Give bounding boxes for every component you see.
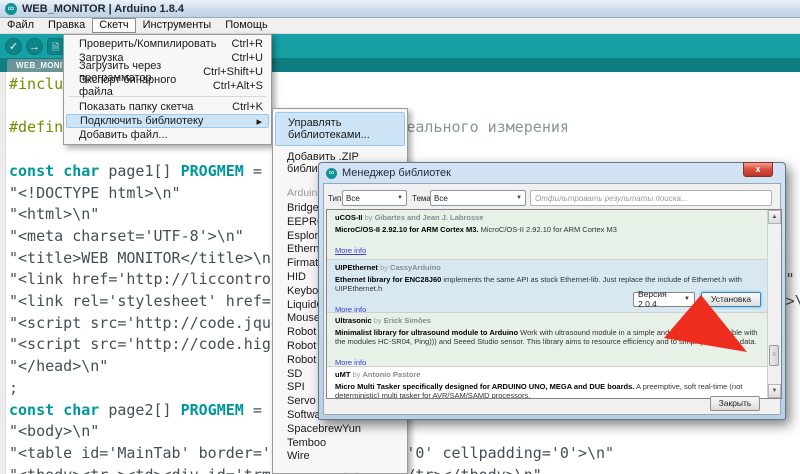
library-entry-umt[interactable]: uMT by Antonio Pastore Micro Multi Tasker… (327, 367, 767, 398)
more-info-link[interactable]: More info (335, 358, 366, 366)
library-name: uCOS-II (335, 213, 363, 222)
arduino-dialog-icon: ∞ (326, 167, 337, 179)
library-author: Erick Simões (383, 316, 431, 325)
menu-bar: Файл Правка Скетч Инструменты Помощь (0, 18, 800, 34)
arduino-app-icon: ∞ (5, 2, 17, 15)
search-input[interactable] (530, 190, 772, 206)
library-by: by (377, 263, 391, 272)
type-filter-value: Все (346, 193, 360, 203)
upload-icon[interactable]: → (26, 37, 43, 55)
menu-item-7[interactable]: Подключить библиотеку ▸ (66, 114, 269, 128)
type-filter-select[interactable]: Все ▼ (342, 190, 407, 206)
menubar-item-1[interactable]: Файл (0, 18, 41, 33)
type-filter-label: Тип (328, 194, 342, 203)
dialog-title-bar: ∞ Менеджер библиотек (319, 163, 785, 183)
library-entry-title: UIPEthernet by CassyArduino (335, 263, 759, 273)
window-title: WEB_MONITOR | Arduino 1.8.4 (22, 2, 184, 15)
menu-shortcut: Ctrl+Alt+S (212, 80, 263, 92)
submenu-item-21[interactable]: Temboo (273, 437, 407, 451)
menu-shortcut: Ctrl+U (231, 52, 263, 64)
menu-item-label: Экспорт бинарного файла (79, 74, 177, 98)
topic-filter-label: Тема (412, 194, 431, 203)
dialog-close-icon[interactable]: x (743, 162, 773, 177)
library-description: Micro Multi Tasker specifically designed… (335, 381, 743, 399)
library-name: uMT (335, 370, 351, 379)
submenu-arrow-icon: ▸ (256, 115, 262, 128)
scroll-up-icon[interactable]: ▲ (768, 210, 781, 224)
close-button[interactable]: Закрыть (710, 396, 760, 411)
library-entry-ucos-ii[interactable]: uCOS-II by Gibartes and Jean J. Labrosse… (327, 210, 767, 260)
menubar-item-2[interactable]: Правка (41, 18, 92, 33)
menu-item-label: Показать папку скетча (79, 101, 194, 113)
scrollbar[interactable]: ▲ ≡ ▼ (767, 210, 781, 398)
menu-shortcut: Ctrl+K (232, 101, 263, 113)
chevron-down-icon: ▼ (516, 195, 522, 201)
menu-item-label: Добавить файл... (79, 129, 168, 141)
menu-item-1[interactable]: Проверить/Компилировать Ctrl+R (64, 37, 271, 51)
scrollbar-thumb[interactable]: ≡ (769, 345, 779, 366)
menu-item-label: Проверить/Компилировать (79, 38, 217, 50)
topic-filter-select[interactable]: Все ▼ (430, 190, 526, 206)
menu-item-6[interactable]: Показать папку скетча Ctrl+K (64, 100, 271, 114)
menubar-item-4[interactable]: Инструменты (136, 18, 219, 33)
library-author: Gibartes and Jean J. Labrosse (374, 213, 484, 222)
submenu-item-22[interactable]: Wire (273, 450, 407, 464)
more-info-link[interactable]: More info (335, 305, 366, 312)
library-entry-title: uMT by Antonio Pastore (335, 370, 759, 380)
library-by: by (350, 370, 363, 379)
title-bar: ∞ WEB_MONITOR | Arduino 1.8.4 (0, 0, 800, 18)
chevron-down-icon: ▼ (397, 195, 403, 201)
menu-shortcut: Ctrl+R (231, 38, 263, 50)
library-author: CassyArduino (390, 263, 441, 272)
scroll-down-icon[interactable]: ▼ (768, 384, 781, 398)
menubar-item-5[interactable]: Помощь (218, 18, 275, 33)
menu-item-4[interactable]: Экспорт бинарного файла Ctrl+Alt+S (64, 74, 271, 98)
library-name: Ultrasonic (335, 316, 372, 325)
topic-filter-value: Все (434, 193, 448, 203)
editor-gutter (0, 72, 6, 474)
dialog-title: Менеджер библиотек (342, 167, 451, 179)
sketch-menu-dropdown: Проверить/Компилировать Ctrl+R Загрузка Ctr… (63, 34, 272, 145)
new-sketch-icon[interactable]: 🗎 (47, 37, 64, 55)
menu-item-8[interactable]: Добавить файл... (64, 128, 271, 142)
library-name: UIPEthernet (335, 263, 378, 272)
library-by: by (362, 213, 375, 222)
more-info-link[interactable]: More info (335, 246, 366, 256)
submenu-item-20[interactable]: SpacebrewYun (273, 423, 407, 437)
library-author: Antonio Pastore (362, 370, 421, 379)
submenu-item-1[interactable]: Управлять библиотеками... (275, 112, 405, 146)
verify-icon[interactable]: ✓ (5, 37, 22, 55)
menu-item-label: Подключить библиотеку (80, 115, 204, 127)
menubar-item-3[interactable]: Скетч (92, 18, 136, 33)
library-description: MicroC/OS-II 2.92.10 for ARM Cortex M3. … (335, 224, 617, 234)
library-by: by (371, 316, 384, 325)
annotation-arrow-icon (664, 295, 747, 352)
submenu-section-header: Recommended библиотек (273, 464, 407, 473)
library-entry-title: uCOS-II by Gibartes and Jean J. Labrosse (335, 213, 759, 223)
